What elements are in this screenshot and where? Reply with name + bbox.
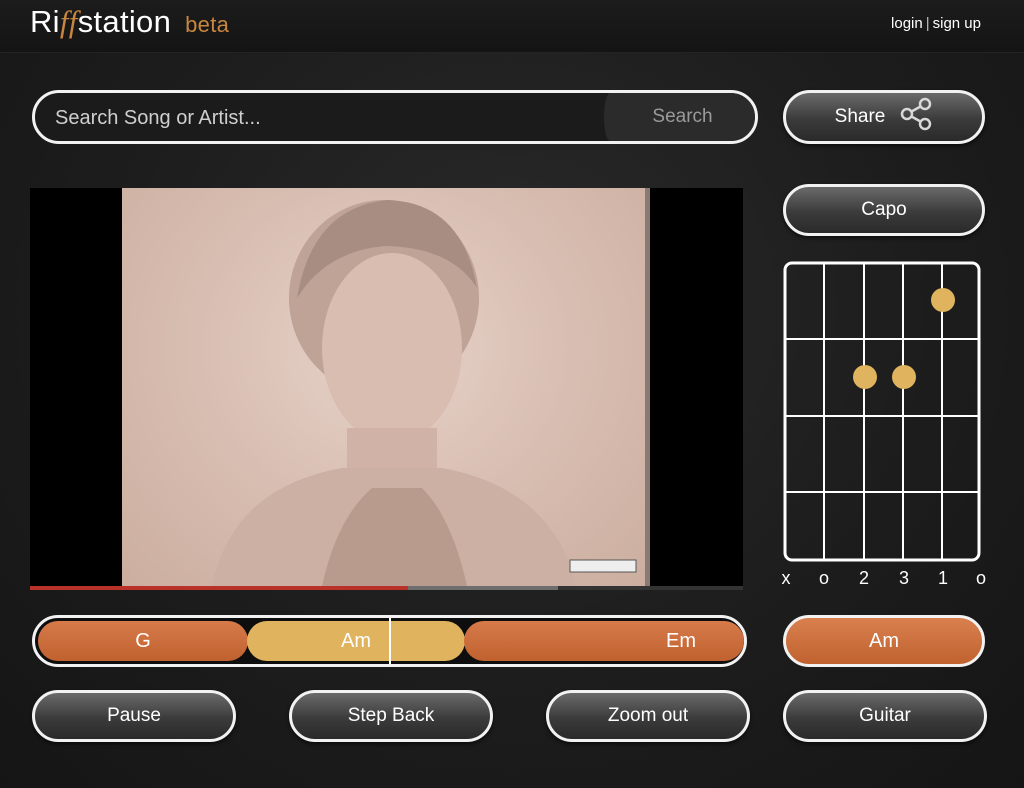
string-label: o (975, 568, 987, 588)
progress-buffered (407, 586, 558, 590)
current-chord-display: Am (783, 615, 985, 667)
search-bar: Search (32, 90, 758, 144)
chord-segment-em[interactable]: Em (464, 621, 744, 661)
chord-segment-label: Am (341, 629, 371, 652)
logo-text-ff: ff (59, 4, 78, 39)
beta-label: beta (185, 12, 230, 37)
string-labels: x o 2 3 1 o (770, 568, 1010, 590)
logo-text-start: Ri (30, 4, 60, 39)
pause-label: Pause (107, 705, 161, 726)
chord-timeline[interactable]: G Am Em (32, 615, 747, 667)
chord-segment-label: Em (666, 629, 696, 652)
string-label: 3 (898, 568, 910, 588)
top-bar: Riffstation beta login | sign up (0, 0, 1024, 53)
share-label: Share (834, 106, 886, 127)
chord-diagram (783, 261, 981, 562)
logo-text-end: station (77, 4, 172, 39)
login-link[interactable]: login (891, 15, 923, 32)
instrument-button[interactable]: Guitar (783, 690, 987, 742)
auth-links: login | sign up (891, 15, 981, 32)
finger-dot (931, 288, 955, 312)
video-frame (122, 188, 650, 586)
search-button-label: Search (652, 106, 713, 127)
step-back-button[interactable]: Step Back (289, 690, 493, 742)
chord-segment-label: G (135, 629, 151, 652)
video-progress-bar[interactable] (30, 586, 743, 590)
string-label: o (818, 568, 830, 588)
finger-dot (892, 365, 916, 389)
video-still-image (212, 200, 637, 586)
progress-played (30, 586, 408, 590)
auth-separator: | (925, 15, 930, 32)
capo-button[interactable]: Capo (783, 184, 985, 236)
current-chord-label: Am (869, 629, 899, 652)
video-frame-edge (645, 188, 650, 586)
step-back-label: Step Back (347, 705, 435, 726)
riffstation-logo[interactable]: Riffstation beta (30, 4, 229, 40)
share-button[interactable]: Share (783, 90, 985, 144)
chord-segment-g[interactable]: G (38, 621, 248, 661)
share-icon (899, 97, 933, 137)
search-input[interactable] (35, 93, 632, 141)
timeline-playhead[interactable] (389, 618, 391, 664)
zoom-out-button[interactable]: Zoom out (546, 690, 750, 742)
chord-segment-am[interactable]: Am (247, 621, 465, 661)
search-button[interactable]: Search (604, 93, 755, 141)
finger-dot (853, 365, 877, 389)
capo-label: Capo (861, 199, 907, 220)
video-player[interactable] (30, 188, 743, 586)
string-label: x (781, 568, 791, 588)
string-label: 1 (937, 568, 949, 588)
instrument-label: Guitar (859, 705, 911, 726)
zoom-out-label: Zoom out (607, 705, 689, 726)
signup-link[interactable]: sign up (933, 15, 981, 32)
string-label: 2 (858, 568, 870, 588)
pause-button[interactable]: Pause (32, 690, 236, 742)
